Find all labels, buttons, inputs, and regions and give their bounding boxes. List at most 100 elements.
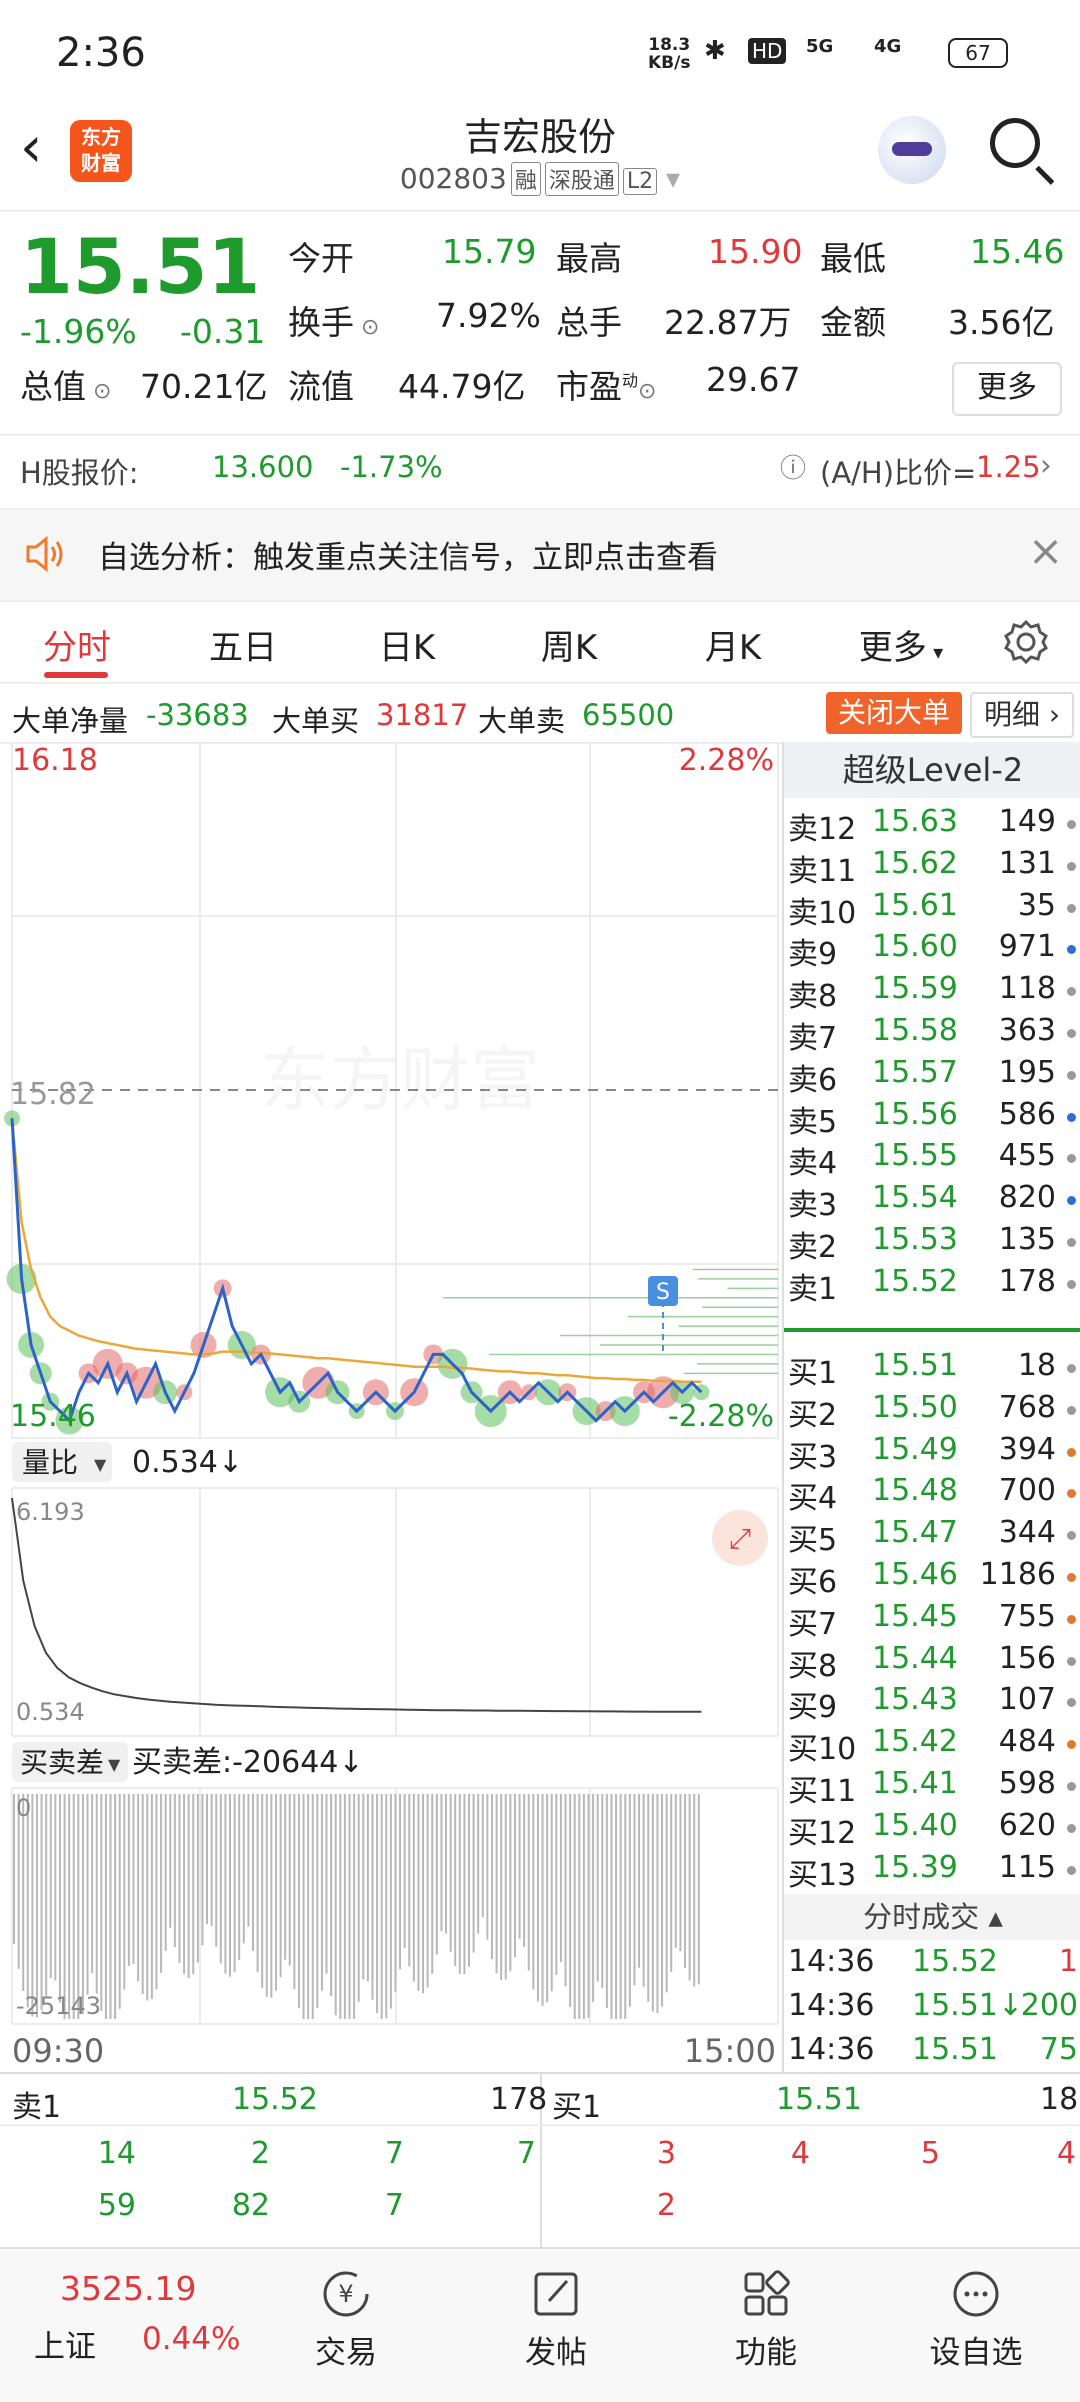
level-volume: 135: [998, 1222, 1056, 1257]
gear-icon[interactable]: [1002, 618, 1050, 666]
tab-more[interactable]: 更多 ▾: [836, 620, 966, 669]
order-level-row[interactable]: 卖6 15.57 195: [784, 1055, 1080, 1098]
tab-five-day[interactable]: 五日: [178, 620, 308, 669]
level-dot: [1067, 1698, 1076, 1708]
vol-ratio-line: [11, 1497, 702, 1713]
order-level-row[interactable]: 买3 15.49 394: [784, 1432, 1080, 1475]
order-level-row[interactable]: 买10 15.42 484: [784, 1724, 1080, 1768]
level-dot: [1067, 1782, 1076, 1791]
order-level-row[interactable]: 卖4 15.55 455: [784, 1138, 1080, 1182]
level-price: 15.39: [872, 1849, 958, 1885]
tab-monthly-k[interactable]: 月K: [668, 620, 798, 669]
caret-down-icon: ▼: [108, 1755, 121, 1774]
trade-row: 14:36 15.51↓ 200: [784, 1988, 1080, 2030]
order-level-row[interactable]: 卖12 15.63 149: [784, 804, 1080, 847]
queue-sell-price: 15.52: [232, 2082, 318, 2117]
level-price: 15.52: [872, 1263, 958, 1299]
order-level-row[interactable]: 买4 15.48 700: [784, 1473, 1080, 1517]
order-level-row[interactable]: 买6 15.46 1186: [784, 1557, 1080, 1600]
level-volume: 1186: [979, 1557, 1056, 1592]
level-dot: [1067, 1070, 1076, 1080]
market-cap-label[interactable]: 总值 ⊙: [20, 360, 111, 408]
order-level-row[interactable]: 买1 15.51 18: [784, 1348, 1080, 1391]
detail-button[interactable]: 明细 ›: [970, 692, 1075, 738]
order-level-row[interactable]: 买11 15.41 598: [784, 1766, 1080, 1809]
notice-banner[interactable]: 自选分析：触发重点关注信号，立即点击查看 ×: [0, 508, 1080, 602]
order-level-row[interactable]: 买8 15.44 156: [784, 1640, 1080, 1684]
h-share-row[interactable]: H股报价: 13.600 -1.73% ⓘ (A/H)比价= 1.25 ›: [0, 434, 1080, 496]
tab-weekly-k[interactable]: 周K: [504, 620, 634, 669]
order-level-row[interactable]: 卖1 15.52 178: [784, 1263, 1080, 1307]
close-icon[interactable]: ×: [1028, 526, 1063, 575]
level-volume: 156: [998, 1640, 1056, 1676]
more-button[interactable]: 更多: [952, 362, 1062, 416]
level-label: 买6: [788, 1565, 838, 1600]
order-level-row[interactable]: 买2 15.50 768: [784, 1389, 1080, 1433]
tab-intraday[interactable]: 分时: [12, 620, 142, 669]
search-icon[interactable]: [990, 118, 1040, 168]
caret-down-icon: ▼: [94, 1455, 107, 1474]
level-label: 买4: [788, 1481, 838, 1517]
level-volume: 107: [998, 1682, 1056, 1718]
level-price: 15.48: [872, 1473, 958, 1509]
queue-cell: 7: [516, 2136, 536, 2171]
order-level-row[interactable]: 卖2 15.53 135: [784, 1222, 1080, 1265]
trade-price: 15.51: [912, 2032, 998, 2067]
order-level-row[interactable]: 卖8 15.59 118: [784, 971, 1080, 1014]
tab-daily-k[interactable]: 日K: [342, 620, 472, 669]
order-level-row[interactable]: 买5 15.47 344: [784, 1515, 1080, 1558]
level-price: 15.50: [872, 1389, 958, 1425]
yen-circle-icon: ¥: [323, 2271, 369, 2317]
level-dot: [1067, 1238, 1076, 1247]
level-dot: [1067, 820, 1076, 829]
level-dot: [1067, 1865, 1076, 1875]
market-cap: 70.21亿: [140, 367, 268, 406]
level-label: 卖4: [788, 1146, 838, 1182]
robot-assistant-icon[interactable]: [878, 116, 946, 184]
level-dot: [1067, 1447, 1076, 1457]
ah-ratio: 1.25: [976, 450, 1041, 484]
nav-functions[interactable]: 功能: [686, 2249, 846, 2372]
level-label: 买12: [788, 1815, 857, 1851]
level2-title[interactable]: 超级Level-2: [784, 742, 1080, 798]
order-level-row[interactable]: 买9 15.43 107: [784, 1682, 1080, 1725]
order-level-row[interactable]: 买7 15.45 755: [784, 1599, 1080, 1642]
level-dot: [1067, 1196, 1076, 1206]
pe-label[interactable]: 市盈动⊙: [556, 360, 656, 408]
intraday-chart[interactable]: 东方财富 S 16.18 2.28% 15.82 15.46 -2.28% 量比…: [0, 741, 780, 2072]
trade-price: 15.51↓: [912, 1988, 1024, 2023]
order-level-row[interactable]: 卖10 15.61 35: [784, 888, 1080, 931]
high-value: 15.90: [708, 232, 803, 271]
volume-value: 22.87万: [664, 303, 792, 342]
level-dot: [1067, 1489, 1076, 1499]
big-net-value: -33683: [146, 698, 249, 732]
turnover-label[interactable]: 换手 ⊙: [288, 296, 379, 344]
queue-cell: 82: [231, 2188, 270, 2223]
order-book[interactable]: 超级Level-2 卖12 15.63 149 卖11 15.62 131 卖10 15.61…: [782, 742, 1080, 2072]
float-value: 44.79亿: [398, 367, 526, 406]
order-level-row[interactable]: 卖11 15.62 131: [784, 846, 1080, 889]
index-widget[interactable]: 3525.19 上证 0.44%: [20, 2249, 240, 2402]
nav-post[interactable]: 发帖: [476, 2249, 636, 2372]
help-icon[interactable]: ⓘ: [780, 448, 806, 485]
level-label: 买3: [788, 1439, 838, 1475]
level-label: 卖12: [788, 812, 857, 847]
order-level-row[interactable]: 买12 15.40 620: [784, 1808, 1080, 1851]
order-level-row[interactable]: 卖9 15.60 971: [784, 929, 1080, 972]
queue-cell: 7: [384, 2188, 404, 2223]
edit-icon: [534, 2272, 578, 2316]
close-big-order-button[interactable]: 关闭大单: [826, 692, 963, 734]
order-level-row[interactable]: 买13 15.39 115: [784, 1849, 1080, 1893]
level-label: 卖1: [788, 1271, 838, 1307]
active-tab-underline: [44, 672, 108, 678]
connect-tag: 深股通: [544, 162, 619, 196]
order-level-row[interactable]: 卖7 15.58 363: [784, 1013, 1080, 1056]
level-label: 卖6: [788, 1062, 838, 1098]
order-level-row[interactable]: 卖3 15.54 820: [784, 1180, 1080, 1223]
level-label: 买10: [788, 1732, 857, 1768]
diff-bottom: -25143: [16, 1992, 101, 2020]
trades-header[interactable]: 分时成交 ▴: [784, 1894, 1080, 1940]
nav-add-watchlist[interactable]: 设自选: [896, 2249, 1056, 2372]
nav-trade[interactable]: ¥ 交易: [266, 2249, 426, 2372]
order-level-row[interactable]: 卖5 15.56 586: [784, 1097, 1080, 1140]
